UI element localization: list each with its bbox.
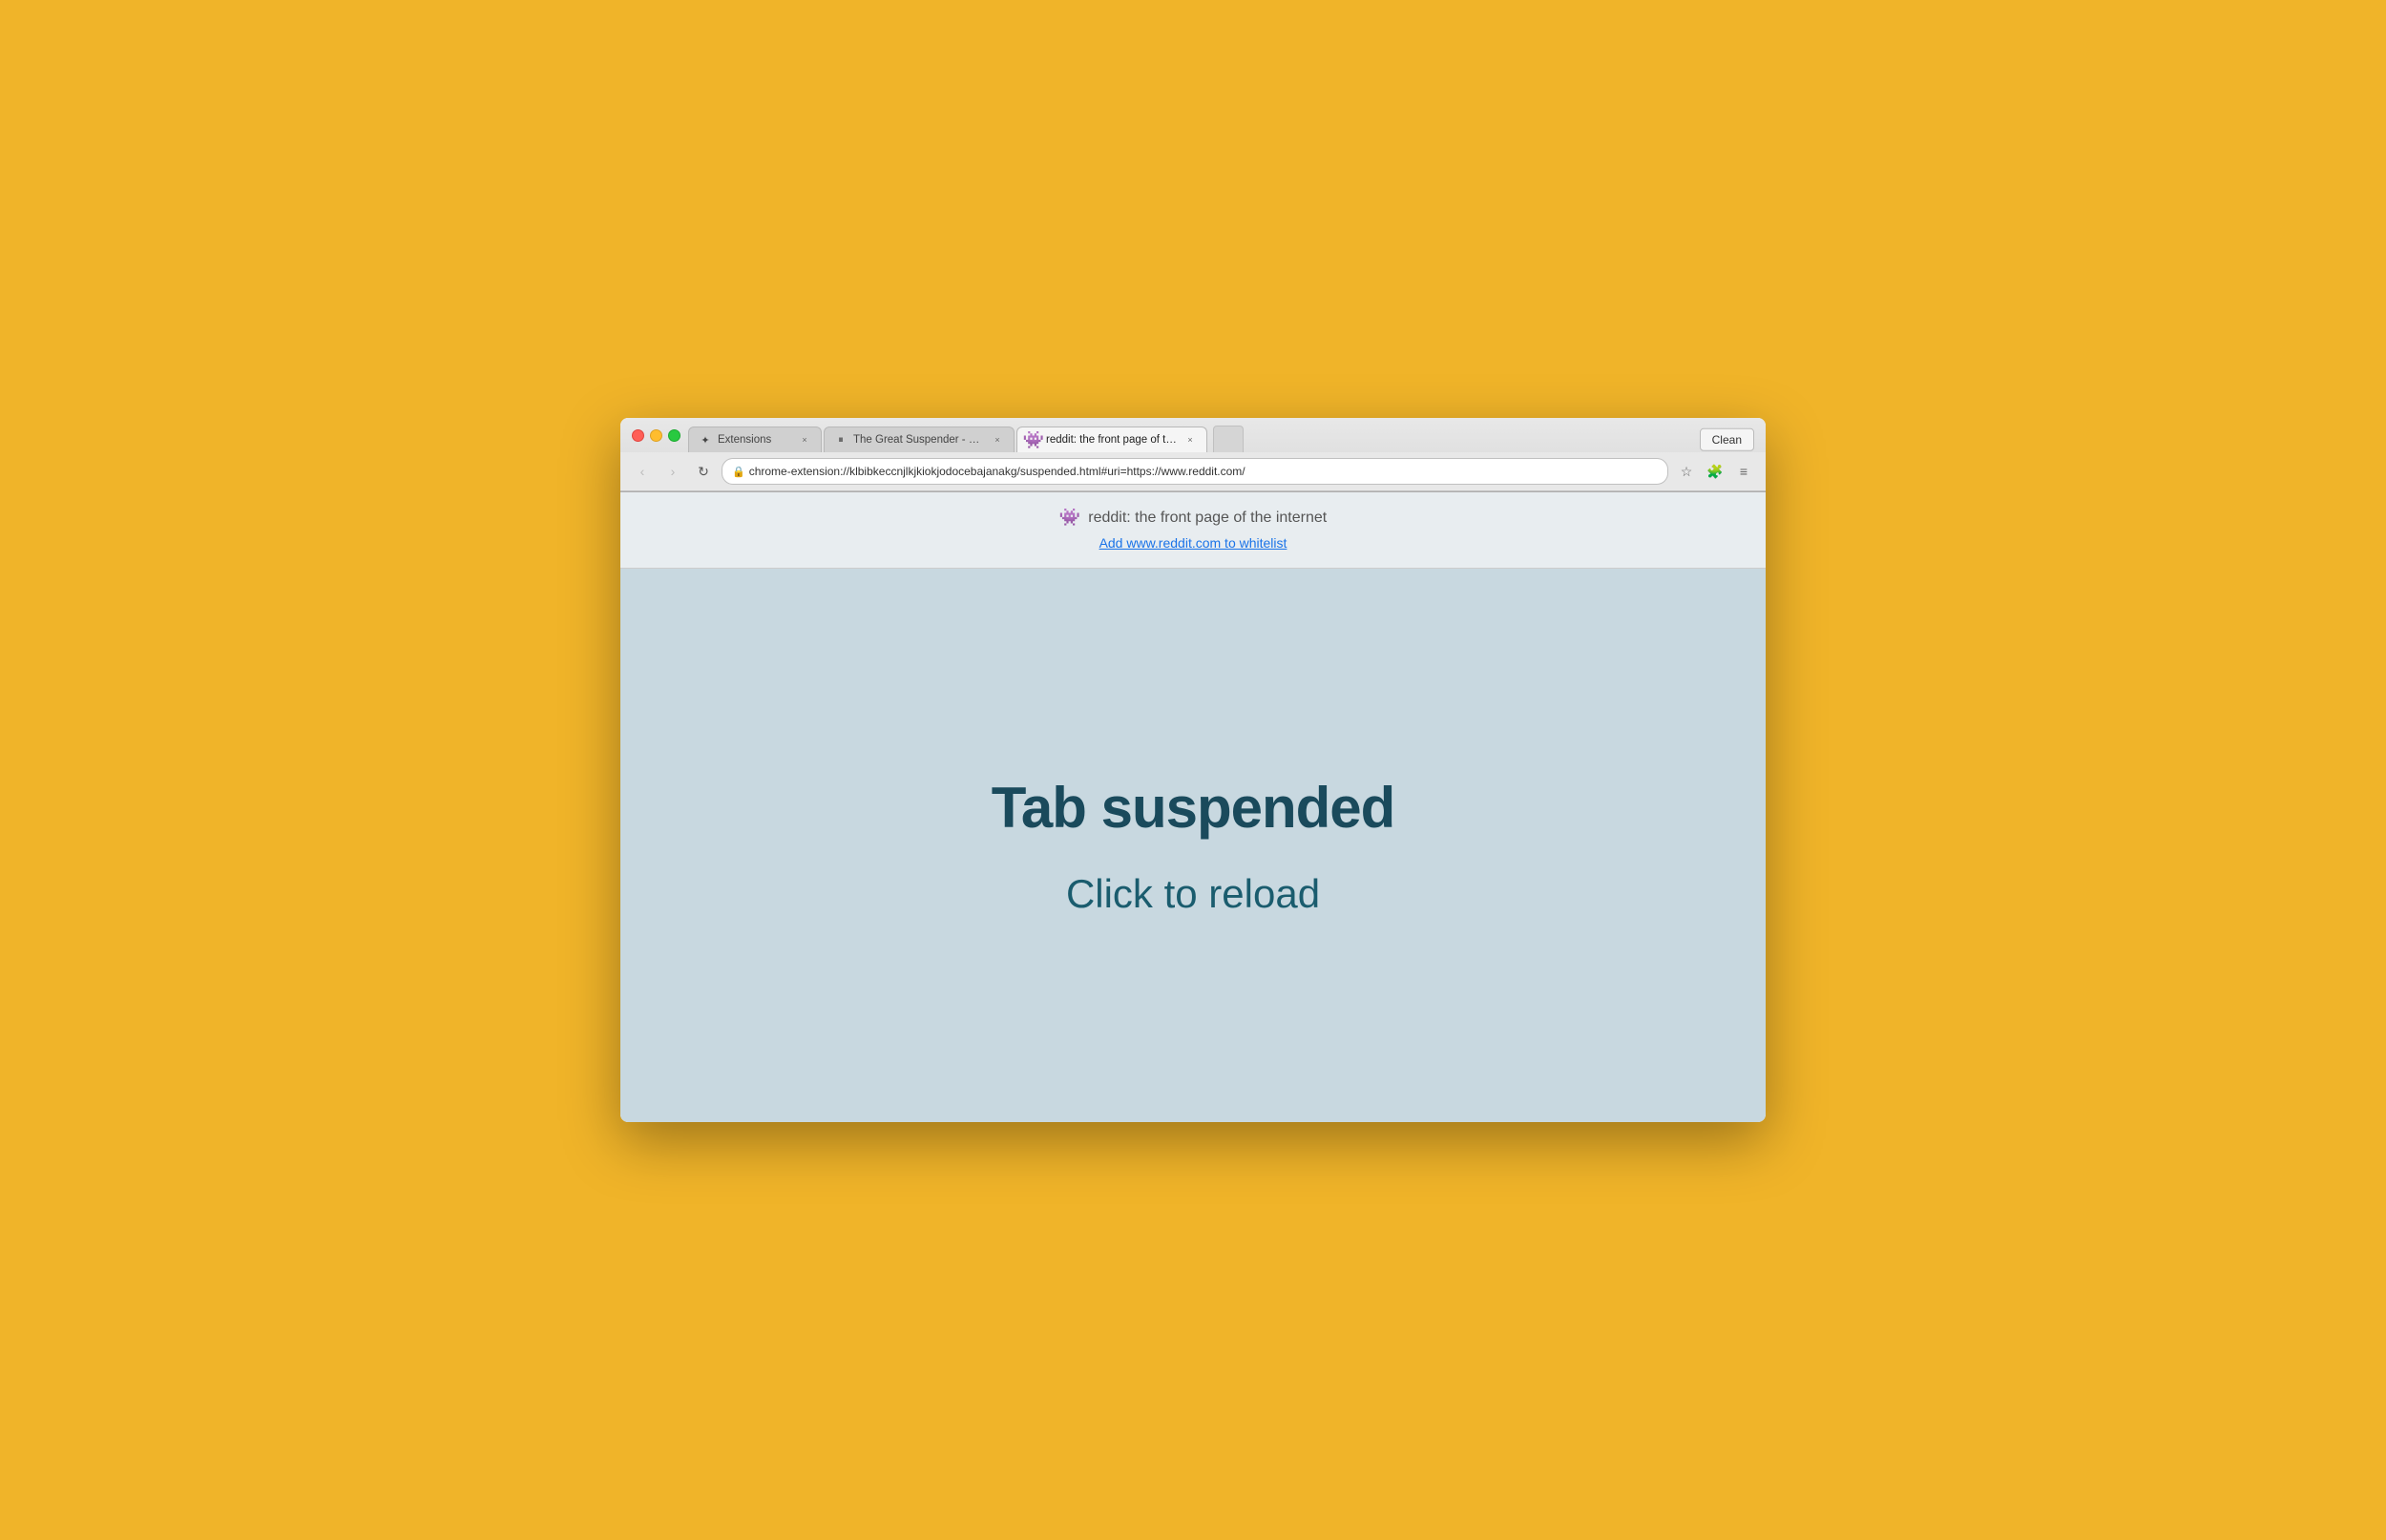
reload-icon: ↻ xyxy=(698,464,709,480)
whitelist-link[interactable]: Add www.reddit.com to whitelist xyxy=(1099,535,1287,551)
extensions-tab-title: Extensions xyxy=(718,434,792,446)
back-icon: ‹ xyxy=(640,464,645,479)
suspender-tab-favicon: ⏸ xyxy=(834,433,848,447)
tab-extensions[interactable]: ✦ Extensions × xyxy=(688,427,822,452)
star-button[interactable]: ☆ xyxy=(1674,459,1699,484)
star-icon: ☆ xyxy=(1681,464,1693,480)
minimize-traffic-light[interactable] xyxy=(650,429,662,442)
forward-icon: › xyxy=(671,464,676,479)
suspender-tab-close[interactable]: × xyxy=(991,433,1004,447)
extensions-tab-close[interactable]: × xyxy=(798,433,811,447)
address-bar-container[interactable]: 🔒 xyxy=(722,458,1668,485)
browser-window: ✦ Extensions × ⏸ The Great Suspender - C… xyxy=(620,418,1766,1122)
title-bar: ✦ Extensions × ⏸ The Great Suspender - C… xyxy=(620,418,1766,492)
address-lock-icon: 🔒 xyxy=(732,466,745,478)
tabs-container: ✦ Extensions × ⏸ The Great Suspender - C… xyxy=(688,426,1758,452)
site-title-text: reddit: the front page of the internet xyxy=(1088,510,1327,527)
back-button[interactable]: ‹ xyxy=(630,459,655,484)
reddit-tab-title: reddit: the front page of th… xyxy=(1046,434,1178,446)
close-traffic-light[interactable] xyxy=(632,429,644,442)
site-title-row: 👾 reddit: the front page of the internet xyxy=(639,508,1747,528)
tab-row: ✦ Extensions × ⏸ The Great Suspender - C… xyxy=(620,418,1766,452)
suspended-title: Tab suspended xyxy=(992,775,1395,841)
reload-text: Click to reload xyxy=(1066,871,1320,917)
clean-button[interactable]: Clean xyxy=(1700,428,1754,451)
maximize-traffic-light[interactable] xyxy=(668,429,680,442)
info-bar: 👾 reddit: the front page of the internet… xyxy=(620,492,1766,569)
puzzle-icon: 🧩 xyxy=(1706,464,1723,480)
reddit-tab-close[interactable]: × xyxy=(1183,433,1197,447)
address-bar-input[interactable] xyxy=(749,465,1658,478)
new-tab-button[interactable] xyxy=(1213,426,1244,452)
tab-reddit[interactable]: 👾 reddit: the front page of th… × xyxy=(1016,427,1207,452)
menu-button[interactable]: ≡ xyxy=(1731,459,1756,484)
reddit-logo-icon: 👾 xyxy=(1059,508,1080,528)
toolbar-actions: ☆ 🧩 ≡ xyxy=(1674,459,1756,484)
extensions-button[interactable]: 🧩 xyxy=(1703,459,1727,484)
toolbar: ‹ › ↻ 🔒 ☆ 🧩 ≡ xyxy=(620,452,1766,491)
reload-button[interactable]: ↻ xyxy=(691,459,716,484)
forward-button[interactable]: › xyxy=(660,459,685,484)
tab-suspender[interactable]: ⏸ The Great Suspender - Ch… × xyxy=(824,427,1015,452)
suspender-tab-title: The Great Suspender - Ch… xyxy=(853,434,985,446)
main-content[interactable]: Tab suspended Click to reload xyxy=(620,569,1766,1122)
traffic-lights xyxy=(628,429,688,449)
reddit-tab-favicon: 👾 xyxy=(1027,433,1040,447)
extensions-tab-favicon: ✦ xyxy=(699,433,712,447)
menu-icon: ≡ xyxy=(1740,464,1748,479)
